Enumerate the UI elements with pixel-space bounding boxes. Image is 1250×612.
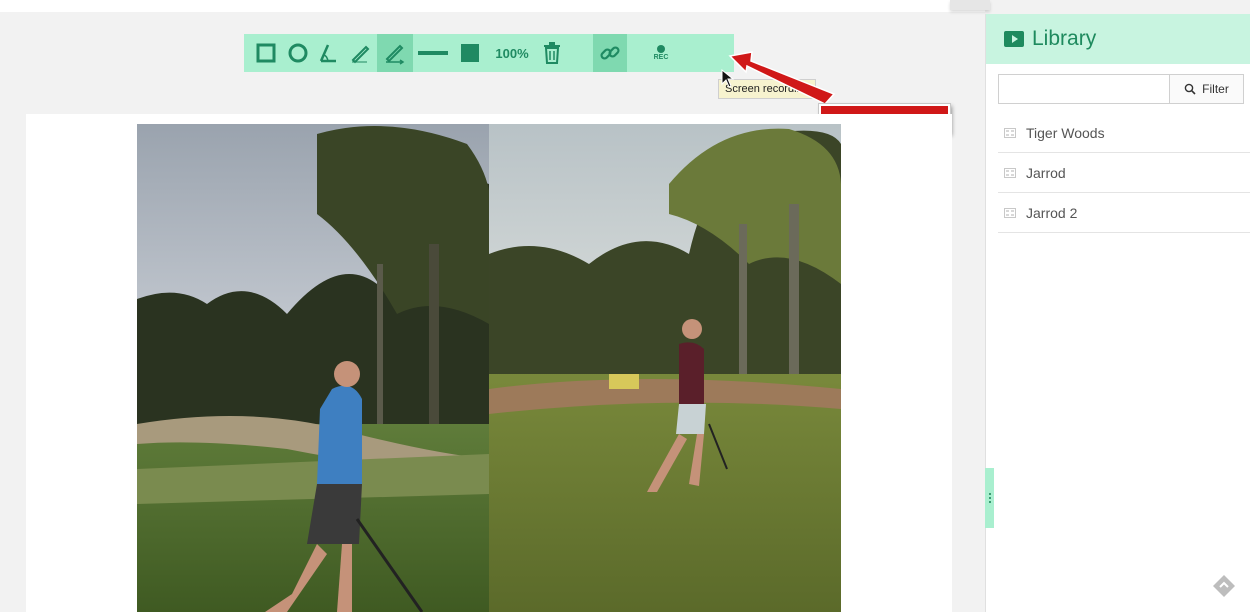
library-search: Filter [998,74,1244,104]
zoom-level[interactable]: 100% [487,34,537,72]
pencil-arrow-tool[interactable] [377,34,413,72]
delete-tool[interactable] [537,34,567,72]
filter-label: Filter [1202,82,1229,96]
film-icon [1004,127,1016,138]
top-shadow [950,0,990,10]
library-title: Library [1032,27,1097,50]
filter-button[interactable]: Filter [1169,74,1244,104]
top-strip [0,0,985,12]
list-item-label: Tiger Woods [1026,124,1105,141]
circle-outline-icon [288,43,308,63]
search-input[interactable] [998,74,1169,104]
record-dot-icon [657,45,665,53]
list-item[interactable]: Jarrod 2 [998,193,1250,233]
diamond-nav-icon[interactable] [1212,574,1236,598]
list-item[interactable]: Jarrod [998,153,1250,193]
fill-tool[interactable] [453,34,487,72]
link-icon [600,46,620,60]
trash-icon [544,42,560,64]
library-list: Tiger Woods Jarrod Jarrod 2 [998,113,1250,233]
square-outline-icon [256,43,276,63]
list-item-label: Jarrod [1026,164,1066,181]
pencil-icon [351,45,370,64]
pencil-tool[interactable] [343,34,377,72]
angle-tool[interactable] [313,34,343,72]
rec-label: REC [653,54,669,61]
link-tool[interactable] [593,34,627,72]
video-library-icon [1004,31,1024,47]
circle-tool[interactable] [283,34,313,72]
line-tool[interactable] [413,34,453,72]
film-icon [1004,207,1016,218]
tooltip: Screen recording [718,79,816,99]
pencil-arrow-icon [385,44,405,65]
video-canvas[interactable] [26,114,952,612]
film-icon [1004,167,1016,178]
screen-record-button[interactable]: REC [641,34,681,72]
list-item[interactable]: Tiger Woods [998,113,1250,153]
search-icon [1184,83,1196,95]
list-item-label: Jarrod 2 [1026,204,1078,221]
panel-resize-handle[interactable] [985,468,994,528]
video-frame-left [137,124,489,612]
drawing-toolbar: 100% REC [244,34,734,72]
filled-square-icon [461,44,479,62]
library-panel: Library Filter Tiger Woods Jarrod Jarrod… [985,14,1250,612]
library-header: Library [986,14,1250,64]
video-frame-right [489,124,841,612]
rectangle-tool[interactable] [249,34,283,72]
angle-icon [319,44,336,63]
line-icon [418,51,448,55]
